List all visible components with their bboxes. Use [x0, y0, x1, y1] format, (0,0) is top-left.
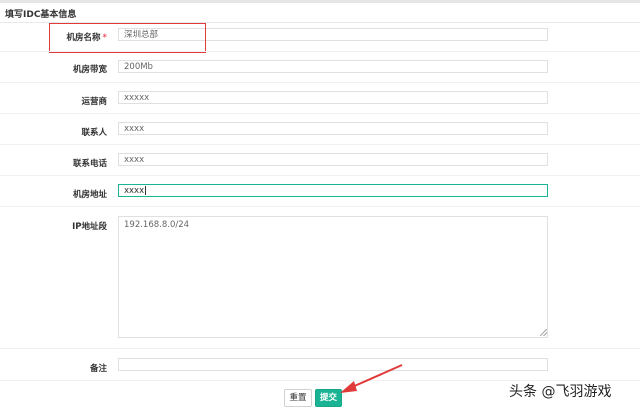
bandwidth-field[interactable]: 200Mb: [118, 60, 548, 73]
contact-label: 联系人: [81, 128, 107, 138]
operator-field[interactable]: xxxxx: [118, 91, 548, 104]
reset-button[interactable]: 重置: [284, 389, 312, 407]
divider: [0, 175, 640, 176]
address-field[interactable]: xxxx: [118, 184, 548, 197]
ip-range-textarea[interactable]: 192.168.8.0/24: [118, 216, 548, 338]
watermark: 头条 @飞羽游戏: [509, 384, 612, 400]
phone-label: 联系电话: [72, 159, 107, 169]
phone-field[interactable]: xxxx: [118, 153, 548, 166]
remark-label: 备注: [89, 364, 107, 374]
panel-header: 填写IDC基本信息: [0, 3, 640, 23]
panel-title: 填写IDC基本信息: [5, 10, 77, 20]
divider: [0, 82, 640, 83]
divider: [0, 348, 640, 349]
divider: [0, 206, 640, 207]
resize-grip-icon[interactable]: [540, 329, 547, 336]
divider: [0, 51, 640, 52]
operator-label: 运营商: [81, 97, 107, 107]
highlight-box: [49, 23, 206, 53]
divider: [0, 113, 640, 114]
contact-field[interactable]: xxxx: [118, 122, 548, 135]
address-label: 机房地址: [72, 190, 107, 200]
text-cursor: [145, 186, 147, 195]
annotation-arrow-icon: [340, 364, 403, 393]
bandwidth-label: 机房带宽: [72, 65, 107, 75]
ip-range-label: IP地址段: [72, 222, 107, 232]
divider: [0, 144, 640, 145]
